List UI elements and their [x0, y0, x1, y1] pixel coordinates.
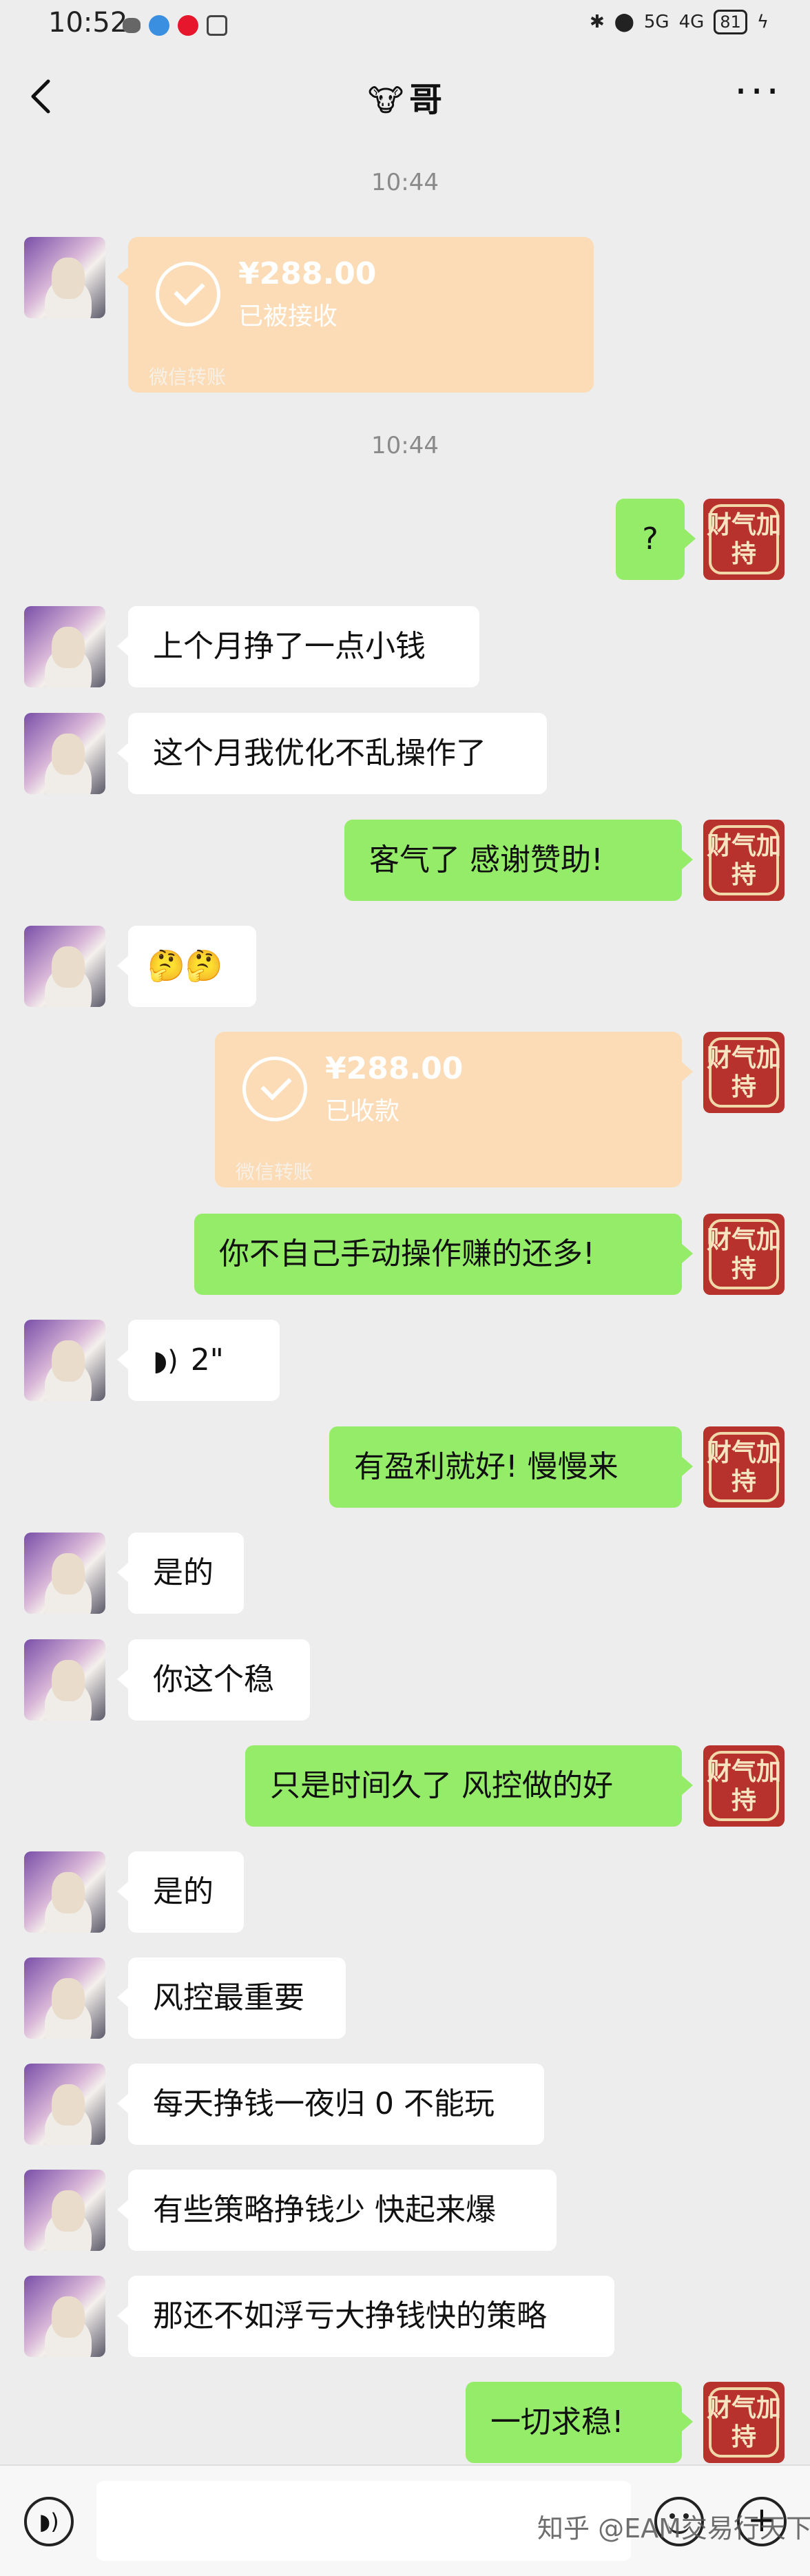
- notification-icons: [123, 14, 227, 37]
- contact-avatar[interactable]: [24, 2064, 105, 2145]
- my-avatar[interactable]: 财气加持: [703, 1426, 785, 1508]
- voice-message-bubble[interactable]: ◗) 2": [117, 1320, 280, 1401]
- transfer-card[interactable]: ¥288.00 已被接收 微信转账: [117, 237, 594, 393]
- weibo-icon: [178, 15, 198, 36]
- message-bubble-received[interactable]: 🤔🤔: [117, 926, 256, 1007]
- message-bubble-received[interactable]: 上个月挣了一点小钱: [117, 606, 479, 687]
- signal-5g-icon: 5G: [643, 12, 669, 32]
- my-avatar[interactable]: 财气加持: [703, 1745, 785, 1827]
- more-dots-icon: ···: [734, 67, 782, 116]
- my-avatar[interactable]: 财气加持: [703, 1032, 785, 1113]
- message-bubble-sent[interactable]: 有盈利就好! 慢慢来: [329, 1426, 693, 1508]
- timestamp: 10:44: [371, 169, 439, 196]
- avatar-text: 财气加持: [706, 2393, 781, 2451]
- voice-duration: 2": [190, 1342, 224, 1378]
- contact-avatar[interactable]: [24, 1320, 105, 1401]
- check-circle-icon: [242, 1057, 307, 1121]
- app-icon: [149, 15, 169, 36]
- contact-avatar[interactable]: [24, 1851, 105, 1933]
- voice-input-button[interactable]: ◗): [24, 2497, 74, 2546]
- transfer-status: 已收款: [325, 1097, 400, 1125]
- voice-icon: ◗): [39, 2509, 59, 2535]
- transfer-card[interactable]: ¥288.00 已收款 微信转账: [215, 1032, 693, 1187]
- avatar-text: 财气加持: [706, 1225, 781, 1283]
- voice-wave-icon: ◗): [153, 1345, 178, 1377]
- status-right: ✱ ⬤ 5G 4G 81 ϟ: [590, 10, 769, 34]
- message-bubble-received[interactable]: 你这个稳: [117, 1639, 310, 1721]
- transfer-amount: ¥288.00: [325, 1051, 464, 1086]
- avatar-text: 财气加持: [706, 510, 781, 568]
- message-bubble-sent[interactable]: 你不自己手动操作赚的还多!: [194, 1214, 693, 1295]
- wechat-icon: [123, 18, 141, 33]
- contact-avatar[interactable]: [24, 237, 105, 318]
- message-bubble-received[interactable]: 是的: [117, 1533, 244, 1614]
- chat-header: 🐮 哥 ···: [0, 52, 810, 145]
- contact-avatar[interactable]: [24, 2276, 105, 2357]
- battery-icon: 81: [714, 10, 747, 34]
- watermark: 知乎 @EAM交易行天下: [537, 2513, 810, 2544]
- message-bubble-sent[interactable]: ?: [616, 499, 696, 580]
- message-bubble-received[interactable]: 这个月我优化不乱操作了: [117, 713, 547, 794]
- bluetooth-icon: ✱: [589, 12, 605, 32]
- contact-avatar[interactable]: [24, 1957, 105, 2039]
- contact-avatar[interactable]: [24, 713, 105, 794]
- signal-4g-icon: 4G: [678, 12, 705, 32]
- message-bubble-sent[interactable]: 只是时间久了 风控做的好: [245, 1745, 693, 1827]
- avatar-text: 财气加持: [706, 1438, 781, 1496]
- avatar-text: 财气加持: [706, 1757, 781, 1815]
- avatar-text: 财气加持: [706, 1043, 781, 1101]
- message-bubble-received[interactable]: 每天挣钱一夜归 0 不能玩: [117, 2064, 544, 2145]
- charging-icon: ϟ: [756, 12, 769, 32]
- transfer-source: 微信转账: [149, 366, 227, 388]
- chat-title: 🐮 哥: [0, 72, 810, 121]
- message-bubble-received[interactable]: 风控最重要: [117, 1957, 346, 2039]
- status-time: 10:52: [48, 7, 128, 39]
- contact-avatar[interactable]: [24, 606, 105, 687]
- transfer-amount: ¥288.00: [238, 256, 377, 291]
- message-bubble-received[interactable]: 那还不如浮亏大挣钱快的策略: [117, 2276, 614, 2357]
- my-avatar[interactable]: 财气加持: [703, 820, 785, 901]
- my-avatar[interactable]: 财气加持: [703, 499, 785, 580]
- transfer-source: 微信转账: [236, 1161, 313, 1183]
- message-bubble-sent[interactable]: 一切求稳!: [466, 2382, 693, 2463]
- contact-avatar[interactable]: [24, 2170, 105, 2251]
- my-avatar[interactable]: 财气加持: [703, 2382, 785, 2463]
- status-bar: 10:52 ✱ ⬤ 5G 4G 81 ϟ: [0, 0, 810, 52]
- contact-avatar[interactable]: [24, 1533, 105, 1614]
- cow-emoji: 🐮: [367, 83, 404, 118]
- more-options-button[interactable]: ···: [734, 71, 782, 112]
- check-circle-icon: [156, 262, 220, 326]
- message-bubble-sent[interactable]: 客气了 感谢赞助!: [344, 820, 693, 901]
- timestamp: 10:44: [371, 432, 439, 459]
- nfc-icon: [207, 15, 227, 36]
- contact-avatar[interactable]: [24, 926, 105, 1007]
- location-icon: ⬤: [614, 12, 634, 32]
- transfer-status: 已被接收: [238, 302, 338, 331]
- avatar-text: 财气加持: [706, 831, 781, 889]
- message-bubble-received[interactable]: 有些策略挣钱少 快起来爆: [117, 2170, 557, 2251]
- chat-title-text: 哥: [409, 81, 443, 119]
- message-bubble-received[interactable]: 是的: [117, 1851, 244, 1933]
- contact-avatar[interactable]: [24, 1639, 105, 1721]
- my-avatar[interactable]: 财气加持: [703, 1214, 785, 1295]
